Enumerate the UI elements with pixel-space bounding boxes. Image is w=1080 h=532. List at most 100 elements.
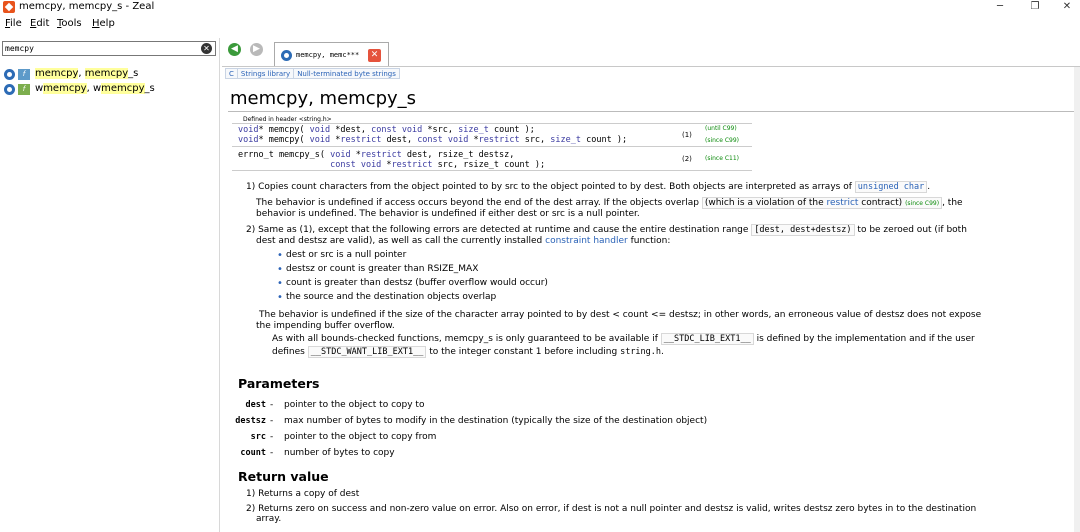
header-definition: Defined in header <string.h> (243, 116, 332, 123)
menu-file[interactable]: File (5, 18, 22, 29)
constraint-handler-link[interactable]: constraint handler (545, 236, 628, 246)
description-1b: The behavior is undefined if access occu… (256, 197, 1076, 209)
availability-text: As with all bounds-checked functions, me… (272, 334, 658, 344)
description-3: The behavior is undefined if the size of… (259, 310, 982, 320)
availability-end: . (661, 347, 664, 357)
menu-tools-label: ools (61, 18, 82, 29)
error-condition-item: count is greater than destsz (buffer ove… (277, 278, 548, 289)
description-1b-line2: behavior is undefined. The behavior is u… (256, 209, 640, 219)
doc-content: C Strings library Null-terminated byte str… (222, 67, 1078, 532)
title-bar: memcpy, memcpy_s - Zeal ─ ❐ ✕ (0, 0, 1080, 15)
tab-close-icon[interactable]: ✕ (368, 49, 381, 62)
content-scrollbar[interactable] (1074, 67, 1080, 532)
description-2-text: 2) Same as (1), except that the followin… (246, 225, 749, 235)
menu-file-label: ile (10, 18, 22, 29)
menu-help[interactable]: Help (92, 18, 115, 29)
result-suffix: _s (128, 68, 139, 79)
parameters-heading: Parameters (238, 376, 320, 391)
menu-tools[interactable]: Tools (57, 18, 82, 29)
param-dash: - (270, 432, 274, 442)
restrict-note: (which is a violation of the restrict co… (701, 197, 943, 209)
menu-help-mnemonic: H (92, 18, 100, 29)
close-button[interactable]: ✕ (1052, 0, 1080, 15)
param-description: number of bytes to copy (284, 448, 395, 458)
result-suffix: _s (144, 83, 155, 94)
forward-arrow-icon[interactable]: ▶ (250, 43, 263, 56)
breadcrumb-strings-library[interactable]: Strings library (236, 68, 295, 79)
search-box: ✕ (2, 41, 216, 56)
error-condition-item: destsz or count is greater than RSIZE_MA… (277, 264, 478, 275)
dest-range-code: [dest, dest+destsz) (751, 224, 855, 236)
description-2-line2-text: dest and destsz are valid), as well as c… (256, 236, 543, 246)
zeal-app-icon (3, 1, 15, 13)
description-1-end: . (927, 182, 931, 192)
param-dash: - (270, 400, 274, 410)
availability-defines: defines (272, 347, 305, 357)
page-title: memcpy, memcpy_s (230, 88, 417, 109)
function-icon: f (18, 84, 30, 95)
unsigned-char-link[interactable]: unsigned char (854, 181, 928, 193)
error-condition-item: the source and the destination objects o… (277, 292, 496, 303)
overload-number: (2) (682, 155, 692, 163)
menu-edit[interactable]: Edit (30, 18, 49, 29)
clear-search-icon[interactable]: ✕ (201, 43, 212, 54)
string-h-code: string.h (620, 347, 662, 357)
search-input[interactable] (5, 42, 195, 55)
menu-bar: File Edit Tools Help (0, 17, 1080, 33)
tab-label: memcpy, memc*** (296, 51, 360, 59)
result-item-memcpy[interactable]: f memcpy, memcpy_s (2, 67, 217, 82)
result-item-wmemcpy[interactable]: f wmemcpy, wmemcpy_s (2, 82, 217, 97)
declaration-code-2: errno_t memcpy_s( void *restrict dest, r… (238, 150, 546, 170)
sidebar: ✕ f memcpy, memcpy_s f wmemcpy, wmemcpy_… (0, 38, 220, 532)
availability-text-3: to the integer constant 1 before includi… (429, 347, 618, 357)
description-2-line2: dest and destsz are valid), as well as c… (256, 236, 1076, 247)
minimize-button[interactable]: ─ (985, 0, 1015, 15)
back-arrow-icon[interactable]: ◀ (228, 43, 241, 56)
return-value-heading: Return value (238, 469, 329, 484)
function-icon: f (18, 69, 30, 80)
stdc-lib-ext1-code: __STDC_LIB_EXT1__ (660, 333, 754, 345)
c-docset-icon (4, 84, 15, 95)
restrict-note-end: contract) (858, 198, 903, 208)
stdc-want-lib-ext1-code: __STDC_WANT_LIB_EXT1__ (307, 346, 427, 358)
overload-number: (1) (682, 131, 692, 139)
result-sep: , (78, 68, 85, 79)
title-divider (228, 111, 1074, 112)
declaration-row-2: errno_t memcpy_s( void *restrict dest, r… (232, 147, 752, 171)
param-description: pointer to the object to copy from (284, 432, 437, 442)
breadcrumb: C Strings library Null-terminated byte str… (225, 68, 400, 80)
menu-edit-label: dit (36, 18, 50, 29)
description-1: 1) Copies count characters from the obje… (246, 181, 1076, 193)
param-dash: - (270, 448, 274, 458)
description-1b-text: The behavior is undefined if access occu… (256, 198, 699, 208)
param-description: pointer to the object to copy to (284, 400, 425, 410)
declaration-table: void* memcpy( void *dest, const void *sr… (232, 123, 752, 171)
description-2: 2) Same as (1), except that the followin… (246, 224, 1076, 236)
result-sep: , w (86, 83, 102, 94)
param-description: max number of bytes to modify in the des… (284, 416, 708, 426)
result-match: memcpy (35, 68, 79, 79)
version-since-c99: (since C99) (705, 137, 739, 144)
result-match: memcpy (43, 83, 87, 94)
return-item-1: 1) Returns a copy of dest (246, 489, 360, 499)
breadcrumb-null-terminated[interactable]: Null-terminated byte strings (293, 68, 400, 79)
error-condition-item: dest or src is a null pointer (277, 250, 406, 261)
availability-note: As with all bounds-checked functions, me… (272, 333, 1076, 345)
restrict-note-text: (which is a violation of the (704, 198, 827, 208)
since-c99-badge: (since C99) (905, 200, 940, 207)
declaration-row-1: void* memcpy( void *dest, const void *sr… (232, 124, 752, 147)
param-name: src (250, 432, 266, 442)
menu-help-label: elp (99, 18, 115, 29)
description-1-text: 1) Copies count characters from the obje… (246, 182, 852, 192)
param-name: dest (245, 400, 266, 410)
availability-note-line2: defines __STDC_WANT_LIB_EXT1__ to the in… (272, 346, 1076, 358)
description-1b-tail: , the (942, 198, 963, 208)
restrict-link[interactable]: restrict (826, 198, 858, 208)
availability-text-2: is defined by the implementation and if … (756, 334, 975, 344)
param-dash: - (270, 416, 274, 426)
result-match2: memcpy (101, 83, 145, 94)
description-3-line2: the impending buffer overflow. (256, 321, 395, 331)
tab-memcpy[interactable]: memcpy, memc*** ✕ (274, 42, 389, 66)
return-item-2-line2: array. (256, 514, 282, 524)
maximize-button[interactable]: ❐ (1020, 0, 1050, 15)
